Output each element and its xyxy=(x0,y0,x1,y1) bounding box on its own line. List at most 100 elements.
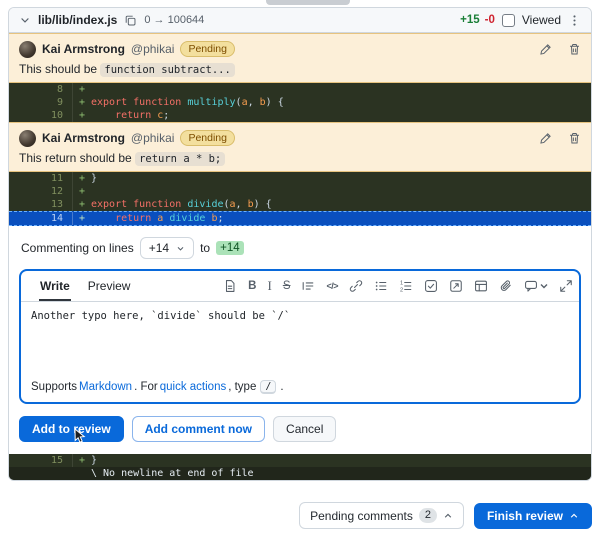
line-number[interactable]: 8 xyxy=(9,83,73,96)
viewed-label[interactable]: Viewed xyxy=(522,13,561,27)
markdown-editor: Write Preview B I S </> 1 2 Another typo here… xyxy=(19,269,581,404)
diff-line-11[interactable]: 11 +} xyxy=(9,172,591,185)
diff-sign: + xyxy=(78,186,86,197)
avatar[interactable] xyxy=(19,40,36,58)
svg-text:2: 2 xyxy=(400,287,403,293)
code-content: \ No newline at end of file xyxy=(91,468,254,479)
diff-line-8[interactable]: 8 + xyxy=(9,83,591,96)
diff-line-10[interactable]: 10 + return c; xyxy=(9,109,591,122)
chevron-up-icon xyxy=(569,511,579,521)
pr-review-page: lib/lib/index.js 0 → 100644 +15 -0 Viewe… xyxy=(0,0,600,535)
diff-line-9[interactable]: 9 + export function multiply(a, b) { xyxy=(9,96,591,109)
pending-count-badge: 2 xyxy=(418,508,437,523)
pending-comments-button[interactable]: Pending comments 2 xyxy=(299,502,464,529)
markdown-toolbar: B I S </> 1 2 xyxy=(223,278,573,294)
avatar[interactable] xyxy=(19,129,36,147)
code-icon[interactable]: </> xyxy=(326,281,338,291)
diff-sign: + xyxy=(78,199,86,210)
quote-icon[interactable] xyxy=(301,279,315,293)
comment-handle[interactable]: @phikai xyxy=(131,42,175,56)
link-icon[interactable] xyxy=(349,279,363,293)
code-content: export function divide(a, b) { xyxy=(91,199,272,210)
chevron-down-icon xyxy=(176,244,185,253)
diff-line-no-newline[interactable]: \ No newline at end of file xyxy=(9,467,591,480)
quick-actions-link[interactable]: quick actions xyxy=(160,381,226,393)
diff-line-13[interactable]: 13 + export function divide(a, b) { xyxy=(9,198,591,211)
scrollbar-thumb[interactable] xyxy=(266,0,350,5)
line-number[interactable]: 10 xyxy=(9,109,73,122)
fullscreen-icon[interactable] xyxy=(559,279,573,293)
line-number[interactable]: 11 xyxy=(9,172,73,185)
diff-sign: + xyxy=(78,173,86,184)
markdown-link[interactable]: Markdown xyxy=(79,381,132,393)
kebab-menu-icon[interactable] xyxy=(568,14,581,27)
line-from-select[interactable]: +14 xyxy=(139,237,195,259)
line-number[interactable]: 12 xyxy=(9,185,73,198)
editor-footer: Supports Markdown. For quick actions, ty… xyxy=(31,380,284,394)
pending-comment-1: Kai Armstrong @phikai Pending This shoul… xyxy=(9,33,591,83)
chevron-up-icon xyxy=(443,511,453,521)
file-icon[interactable] xyxy=(223,279,237,293)
comment-author[interactable]: Kai Armstrong xyxy=(42,131,125,145)
cross-reference-icon[interactable] xyxy=(449,279,463,293)
form-actions: Add to review Add comment now Cancel xyxy=(19,416,581,443)
cancel-button[interactable]: Cancel xyxy=(273,416,337,442)
saved-reply-icon[interactable] xyxy=(524,279,548,293)
code-content: } xyxy=(91,173,98,184)
file-header: lib/lib/index.js 0 → 100644 +15 -0 Viewe… xyxy=(9,8,591,33)
italic-icon[interactable]: I xyxy=(267,278,271,294)
file-diff-card: lib/lib/index.js 0 → 100644 +15 -0 Viewe… xyxy=(8,7,592,481)
code-content: export function multiply(a, b) { xyxy=(91,97,284,108)
commenting-label: Commenting on lines xyxy=(21,241,134,255)
line-number[interactable] xyxy=(9,467,73,480)
file-path[interactable]: lib/lib/index.js xyxy=(38,13,117,27)
delete-comment-icon[interactable] xyxy=(568,43,581,56)
additions-count: +15 xyxy=(460,14,480,26)
deletions-count: -0 xyxy=(484,14,495,26)
diff-line-14[interactable]: 14 + return a divide b; xyxy=(9,211,591,226)
diff-sign: + xyxy=(78,213,86,224)
edit-comment-icon[interactable] xyxy=(539,132,552,145)
table-icon[interactable] xyxy=(474,279,488,293)
diff-block-divide: 11 +} 12 +13 + export function divide(a, b) {… xyxy=(9,172,591,226)
svg-text:1: 1 xyxy=(400,280,403,286)
inline-code: function subtract... xyxy=(100,63,235,77)
diff-sign: + xyxy=(78,455,86,466)
bold-icon[interactable]: B xyxy=(248,280,256,292)
collapse-chevron-icon[interactable] xyxy=(19,14,31,26)
strikethrough-icon[interactable]: S xyxy=(283,280,291,292)
code-content: return c; xyxy=(115,110,170,121)
line-number[interactable]: 15 xyxy=(9,454,73,467)
inline-comment-form: Commenting on lines +14 to +14 Write Pre… xyxy=(9,226,591,454)
viewed-checkbox[interactable] xyxy=(501,13,515,27)
diff-sign xyxy=(73,467,91,480)
to-label: to xyxy=(200,241,211,255)
delete-comment-icon[interactable] xyxy=(568,132,581,145)
comment-author[interactable]: Kai Armstrong xyxy=(42,42,125,56)
diff-line-12[interactable]: 12 + xyxy=(9,185,591,198)
comment-textarea[interactable]: Another typo here, `divide` should be `/… xyxy=(21,302,579,374)
tasklist-icon[interactable] xyxy=(424,279,438,293)
list-ordered-icon[interactable]: 12 xyxy=(399,279,413,293)
add-comment-now-button[interactable]: Add comment now xyxy=(131,416,266,442)
diff-sign: + xyxy=(78,97,86,108)
line-number[interactable]: 14 xyxy=(9,212,73,225)
tab-preview[interactable]: Preview xyxy=(79,272,140,301)
line-number[interactable]: 9 xyxy=(9,96,73,109)
paperclip-icon[interactable] xyxy=(499,279,513,293)
list-unordered-icon[interactable] xyxy=(374,279,388,293)
edit-comment-icon[interactable] xyxy=(539,43,552,56)
copy-path-icon[interactable] xyxy=(124,14,137,27)
code-content: return a divide b; xyxy=(115,213,224,224)
comment-body: This return should be return a * b; xyxy=(19,151,581,166)
tab-write[interactable]: Write xyxy=(31,272,79,301)
comment-handle[interactable]: @phikai xyxy=(131,131,175,145)
add-to-review-button[interactable]: Add to review xyxy=(19,416,124,443)
line-number[interactable]: 13 xyxy=(9,198,73,211)
diff-sign: + xyxy=(78,84,86,95)
diff-block-end: 15 +} \ No newline at end of file xyxy=(9,454,591,480)
diff-line-15[interactable]: 15 +} xyxy=(9,454,591,467)
pending-badge: Pending xyxy=(180,130,235,146)
slash-kbd: / xyxy=(260,380,277,394)
finish-review-button[interactable]: Finish review xyxy=(473,502,592,529)
